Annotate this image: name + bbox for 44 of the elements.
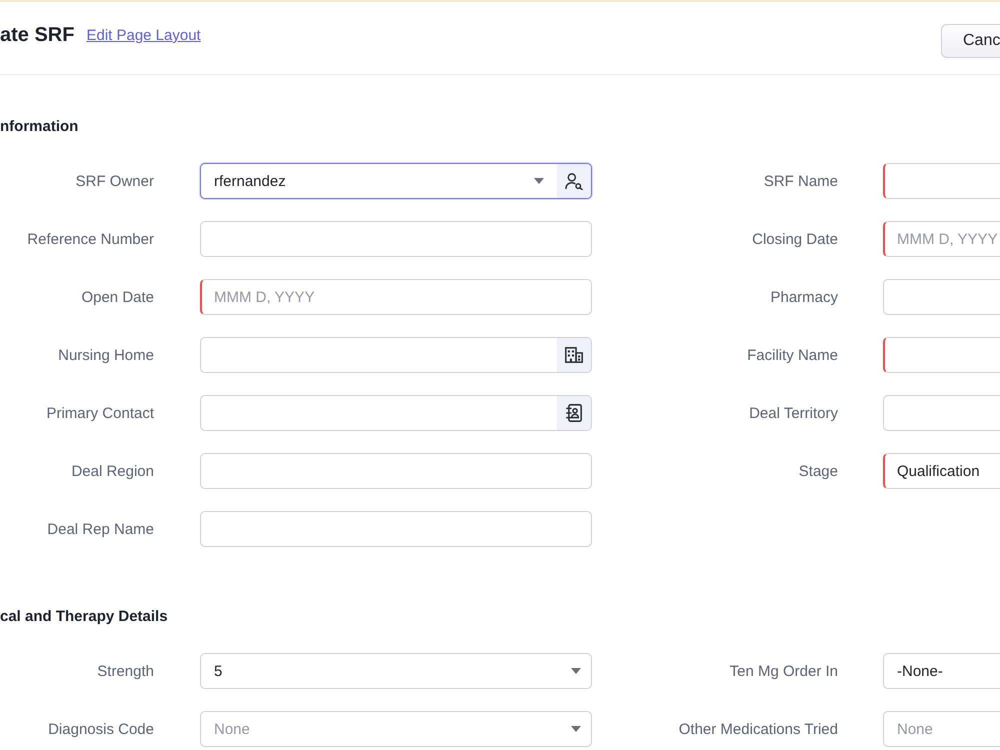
field-label: Closing Date	[752, 230, 838, 248]
building-button[interactable]	[557, 338, 591, 372]
user-dropdown-field[interactable]: rfernandez	[200, 163, 592, 199]
caret-icon	[534, 178, 544, 184]
field-label: SRF Owner	[76, 172, 154, 190]
contact-book-icon	[566, 404, 582, 422]
field-label: Facility Name	[747, 346, 838, 364]
input-field[interactable]	[200, 511, 592, 547]
field-label: Open Date	[81, 288, 154, 306]
input-field[interactable]	[883, 163, 1000, 199]
field-label: Diagnosis Code	[48, 720, 154, 738]
cancel-button[interactable]: Canc	[941, 24, 1000, 58]
field-label: Primary Contact	[46, 404, 154, 422]
field-label: Deal Rep Name	[47, 520, 154, 538]
edit-page-layout-link[interactable]: Edit Page Layout	[86, 26, 201, 46]
field-label: Reference Number	[27, 230, 154, 248]
input-field[interactable]: Qualification	[883, 453, 1000, 489]
field-label: SRF Name	[764, 172, 838, 190]
field-label: Deal Territory	[749, 404, 838, 422]
input-field[interactable]	[200, 221, 592, 257]
building-icon	[565, 347, 583, 363]
field-label: Strength	[97, 662, 154, 680]
input-field[interactable]	[883, 395, 1000, 431]
lookup-field[interactable]	[200, 395, 592, 431]
field-label: Pharmacy	[770, 288, 838, 306]
field-label: Stage	[798, 462, 838, 480]
dropdown-field[interactable]: 5	[200, 653, 592, 689]
page-title: ate SRF	[0, 23, 74, 47]
user-search-icon	[565, 172, 583, 190]
contact-button[interactable]	[557, 396, 591, 430]
field-label: Other Medications Tried	[678, 720, 838, 738]
input-field[interactable]: -None-	[883, 653, 1000, 689]
caret-icon	[571, 726, 581, 732]
section-title: cal and Therapy Details	[0, 607, 168, 627]
caret-icon	[571, 668, 581, 674]
field-label: Ten Mg Order In	[730, 662, 838, 680]
lookup-field[interactable]	[200, 337, 592, 373]
input-field[interactable]	[883, 279, 1000, 315]
user-search-button[interactable]	[557, 164, 591, 198]
field-label: Deal Region	[71, 462, 154, 480]
input-field[interactable]	[200, 453, 592, 489]
input-field[interactable]	[883, 337, 1000, 373]
field-label: Nursing Home	[58, 346, 154, 364]
section-title: nformation	[0, 117, 78, 137]
